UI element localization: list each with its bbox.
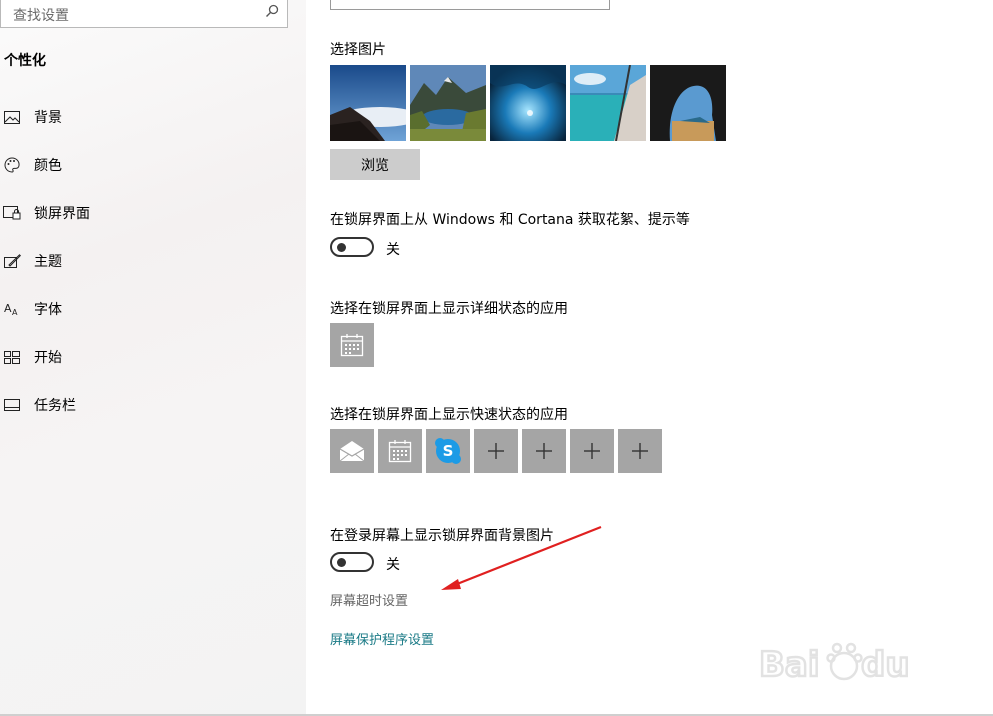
svg-text:du: du — [861, 645, 910, 685]
svg-text:A: A — [4, 302, 12, 315]
thumbnail-mountain-clouds[interactable] — [330, 65, 406, 141]
signin-background-toggle-state: 关 — [386, 557, 400, 573]
sidebar-item-background[interactable]: 背景 — [0, 105, 300, 129]
quick-status-label: 选择在锁屏界面上显示快速状态的应用 — [330, 407, 568, 423]
sidebar-item-label: 主题 — [34, 254, 62, 270]
quick-status-add-slot[interactable] — [522, 429, 566, 473]
plus-icon — [632, 443, 648, 459]
palette-icon — [2, 157, 22, 173]
sidebar-item-label: 颜色 — [34, 158, 62, 174]
quick-status-app-calendar[interactable] — [378, 429, 422, 473]
background-type-dropdown[interactable] — [330, 0, 610, 10]
plus-icon — [536, 443, 552, 459]
lock-screen-icon — [2, 205, 22, 221]
calendar-icon — [340, 334, 364, 357]
sidebar-item-fonts[interactable]: AA 字体 — [0, 297, 300, 321]
signin-background-toggle[interactable] — [330, 552, 374, 572]
browse-button[interactable]: 浏览 — [330, 149, 420, 180]
sidebar-item-label: 开始 — [34, 350, 62, 366]
sidebar: 查找设置 个性化 背景 颜色 锁屏界面 主题 AA 字体 开始 任务栏 — [0, 0, 306, 714]
svg-text:Bai: Bai — [759, 645, 820, 685]
page-title: 个性化 — [4, 53, 46, 69]
toggle-knob — [337, 558, 346, 567]
sidebar-item-label: 背景 — [34, 110, 62, 126]
detailed-status-app-calendar[interactable] — [330, 323, 374, 367]
quick-status-add-slot[interactable] — [618, 429, 662, 473]
fun-facts-toggle[interactable] — [330, 237, 374, 257]
plus-icon — [488, 443, 504, 459]
thumbnail-sea-cave[interactable] — [650, 65, 726, 141]
fun-facts-label: 在锁屏界面上从 Windows 和 Cortana 获取花絮、提示等 — [330, 212, 690, 228]
search-icon[interactable] — [265, 4, 279, 18]
svg-text:S: S — [443, 442, 454, 460]
sidebar-item-label: 锁屏界面 — [34, 206, 90, 222]
watermark-logo: Bai du — [758, 642, 911, 686]
quick-status-app-mail[interactable] — [330, 429, 374, 473]
picture-icon — [2, 109, 22, 125]
sidebar-item-colors[interactable]: 颜色 — [0, 153, 300, 177]
skype-icon: S — [435, 438, 461, 464]
toggle-knob — [337, 243, 346, 252]
plus-icon — [584, 443, 600, 459]
screensaver-settings-link[interactable]: 屏幕保护程序设置 — [330, 629, 434, 648]
quick-status-apps: S — [330, 429, 662, 473]
search-box[interactable]: 查找设置 — [0, 0, 288, 28]
sidebar-item-themes[interactable]: 主题 — [0, 249, 300, 273]
sidebar-item-label: 任务栏 — [34, 398, 76, 414]
start-icon — [2, 349, 22, 365]
calendar-icon — [388, 440, 412, 463]
picture-thumbnails — [330, 65, 726, 141]
theme-icon — [2, 253, 22, 269]
quick-status-add-slot[interactable] — [570, 429, 614, 473]
detailed-status-label: 选择在锁屏界面上显示详细状态的应用 — [330, 301, 568, 317]
signin-background-label: 在登录屏幕上显示锁屏界面背景图片 — [330, 528, 554, 544]
svg-text:A: A — [12, 308, 18, 316]
font-icon: AA — [2, 301, 22, 317]
thumbnail-mountain-lake[interactable] — [410, 65, 486, 141]
quick-status-app-skype[interactable]: S — [426, 429, 470, 473]
mail-icon — [339, 441, 365, 462]
sidebar-item-lock-screen[interactable]: 锁屏界面 — [0, 201, 300, 225]
thumbnail-tropical-coast[interactable] — [570, 65, 646, 141]
sidebar-item-start[interactable]: 开始 — [0, 345, 300, 369]
thumbnail-ice-cave[interactable] — [490, 65, 566, 141]
quick-status-add-slot[interactable] — [474, 429, 518, 473]
main-content: 选择图片 浏览 在锁屏界面上从 Windows 和 Cortana 获取花絮、提… — [306, 0, 993, 714]
search-input[interactable]: 查找设置 — [13, 5, 69, 25]
sidebar-item-taskbar[interactable]: 任务栏 — [0, 393, 300, 417]
choose-picture-label: 选择图片 — [330, 42, 386, 58]
sidebar-item-label: 字体 — [34, 302, 62, 318]
taskbar-icon — [2, 397, 22, 413]
fun-facts-toggle-state: 关 — [386, 242, 400, 258]
screen-timeout-link[interactable]: 屏幕超时设置 — [330, 590, 408, 609]
